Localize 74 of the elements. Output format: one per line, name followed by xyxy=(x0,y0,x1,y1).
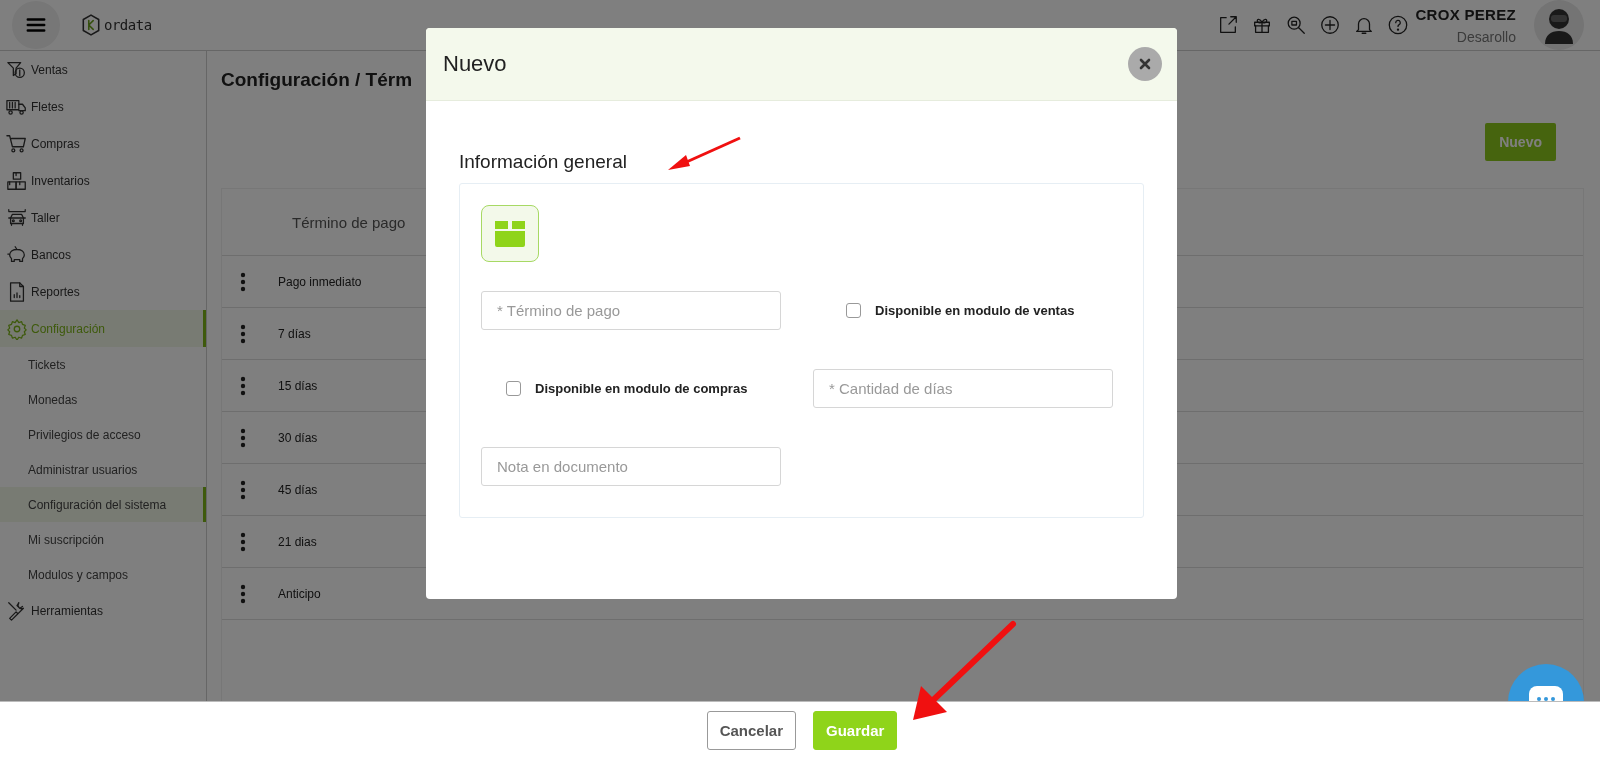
add-icon[interactable] xyxy=(1319,14,1342,36)
input-field[interactable]: * Término de pago xyxy=(481,291,781,330)
sidebar-subitem[interactable]: Mi suscripción xyxy=(0,522,206,557)
sidebar-subitem[interactable]: Tickets xyxy=(0,347,206,382)
input-field[interactable]: * Cantidad de días xyxy=(813,369,1113,408)
breadcrumb: Configuración / Térm xyxy=(221,69,413,91)
section-title: Información general xyxy=(459,151,627,173)
menu-button[interactable] xyxy=(12,1,60,49)
sidebar-item[interactable]: Herramientas xyxy=(0,592,206,629)
input-field[interactable]: Nota en documento xyxy=(481,447,781,486)
more-icon[interactable] xyxy=(240,375,246,396)
logo-text: ordata xyxy=(104,17,152,33)
sidebar-item-label: Configuración xyxy=(31,321,106,336)
sidebar-item-label: Inventarios xyxy=(31,173,90,188)
cart-icon xyxy=(6,132,28,155)
help-icon[interactable] xyxy=(1387,14,1410,36)
checkbox-label: Disponible en modulo de compras xyxy=(535,381,748,396)
sidebar-subitem-label: Mi suscripción xyxy=(28,531,106,549)
settings-icon xyxy=(6,317,28,340)
sidebar-item-label: Taller xyxy=(31,210,60,225)
modal-title: Nuevo xyxy=(443,51,507,77)
table-cell: 45 días xyxy=(278,482,318,497)
sidebar-item-label: Ventas xyxy=(31,62,68,77)
sidebar-item[interactable]: Taller xyxy=(0,199,206,236)
sidebar-subitem[interactable]: Privilegios de acceso xyxy=(0,417,206,452)
sidebar-subitem-label: Configuración del sistema xyxy=(28,496,168,514)
box-icon xyxy=(493,218,527,249)
user-name: CROX PEREZ xyxy=(1415,5,1516,23)
sidebar-item-label: Herramientas xyxy=(31,603,104,618)
table-cell: 15 días xyxy=(278,378,318,393)
checkbox[interactable] xyxy=(506,381,521,396)
sidebar-subitem-label: Monedas xyxy=(28,391,79,409)
sidebar-item[interactable]: Inventarios xyxy=(0,162,206,199)
sidebar-subitem-label: Tickets xyxy=(28,356,67,374)
sidebar-item[interactable]: Fletes xyxy=(0,88,206,125)
car-icon xyxy=(6,206,28,229)
close-icon xyxy=(1137,56,1153,72)
table-cell: Pago inmediato xyxy=(278,274,362,289)
sidebar-subitem[interactable]: Administrar usuarios xyxy=(0,452,206,487)
column-header: Término de pago xyxy=(292,213,406,231)
table-cell: 21 dias xyxy=(278,534,317,549)
sidebar-item-label: Compras xyxy=(31,136,80,151)
search-icon[interactable] xyxy=(1285,14,1308,36)
more-icon[interactable] xyxy=(240,583,246,604)
sidebar-subitem[interactable]: Monedas xyxy=(0,382,206,417)
sidebar-subitem-label: Privilegios de acceso xyxy=(28,426,142,444)
table-cell: 30 días xyxy=(278,430,318,445)
sidebar-subitem[interactable]: Modulos y campos xyxy=(0,557,206,592)
avatar[interactable] xyxy=(1534,0,1584,50)
boxes-icon xyxy=(6,169,28,192)
more-icon[interactable] xyxy=(240,323,246,344)
more-icon[interactable] xyxy=(240,531,246,552)
table-cell: Anticipo xyxy=(278,586,321,601)
sidebar-subitem[interactable]: Configuración del sistema xyxy=(0,487,206,522)
sidebar-subitem-label: Administrar usuarios xyxy=(28,461,139,479)
checkbox[interactable] xyxy=(846,303,861,318)
close-button[interactable] xyxy=(1128,47,1162,81)
sidebar-item-label: Bancos xyxy=(31,247,72,262)
user-role: Desarollo xyxy=(1456,28,1516,45)
sidebar-item[interactable]: Compras xyxy=(0,125,206,162)
more-icon[interactable] xyxy=(240,271,246,292)
cancel-button[interactable]: Cancelar xyxy=(706,711,796,750)
checkbox-label: Disponible en modulo de ventas xyxy=(875,303,1075,318)
sidebar-item-label: Reportes xyxy=(31,284,80,299)
more-icon[interactable] xyxy=(240,479,246,500)
sidebar-item[interactable]: Bancos xyxy=(0,236,206,273)
sidebar-item[interactable]: Reportes xyxy=(0,273,206,310)
sidebar-item-label: Fletes xyxy=(31,99,64,114)
sidebar-subitem-label: Modulos y campos xyxy=(28,566,130,584)
sidebar-item[interactable]: Ventas xyxy=(0,51,206,88)
table-cell: 7 días xyxy=(278,326,311,341)
logo-icon xyxy=(80,14,102,36)
more-icon[interactable] xyxy=(240,427,246,448)
external-link-icon[interactable] xyxy=(1217,14,1240,36)
